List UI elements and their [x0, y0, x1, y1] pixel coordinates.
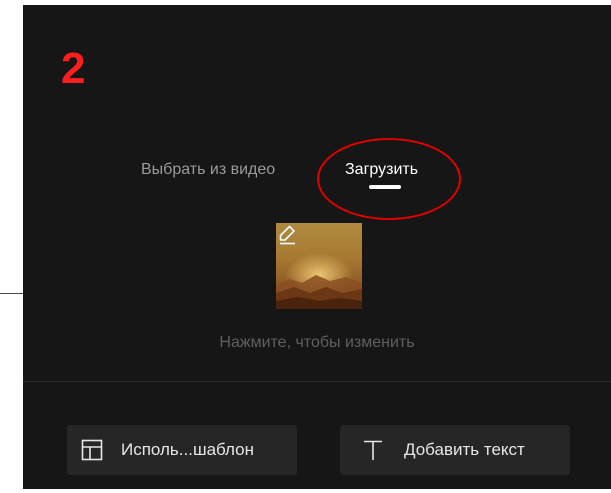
divider: [23, 381, 611, 382]
add-text-button[interactable]: Добавить текст: [340, 425, 570, 475]
annotation-highlight-ellipse: [317, 138, 461, 220]
cover-editor-panel: 2 Выбрать из видео Загрузить Нажмите, чт…: [23, 5, 611, 489]
change-cover-hint: Нажмите, чтобы изменить: [219, 334, 415, 351]
connector-line: [0, 293, 23, 294]
tab-choose-from-video[interactable]: Выбрать из видео: [141, 160, 275, 180]
cover-thumbnail[interactable]: [276, 223, 362, 309]
text-t-icon: [364, 440, 382, 460]
pencil-icon[interactable]: [276, 223, 298, 245]
use-template-button[interactable]: Исполь...шаблон: [67, 425, 297, 475]
add-text-label: Добавить текст: [404, 440, 525, 459]
step-number-annotation: 2: [61, 44, 86, 93]
use-template-label: Исполь...шаблон: [121, 440, 254, 459]
layout-template-icon: [81, 439, 103, 461]
